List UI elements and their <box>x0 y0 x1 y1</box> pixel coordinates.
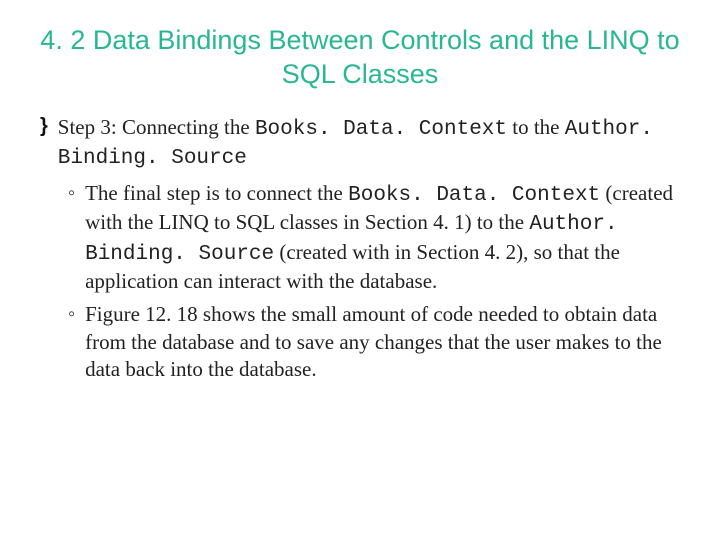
circle-bullet-icon: ◦ <box>68 180 75 206</box>
bullet-text-mid: to the <box>507 115 565 139</box>
code-span: Books. Data. Context <box>348 184 600 207</box>
slide-title: 4. 2 Data Bindings Between Controls and … <box>40 24 680 92</box>
code-span: Books. Data. Context <box>255 118 507 141</box>
bullet-level-2: ◦ The final step is to connect the Books… <box>68 180 680 295</box>
bullet-text-pre: Step 3: Connecting the <box>58 115 255 139</box>
bullet-marker-icon: } <box>40 114 48 139</box>
slide-body: } Step 3: Connecting the Books. Data. Co… <box>40 114 680 384</box>
sub-bullet-text: The final step is to connect the Books. … <box>85 180 680 295</box>
text-run: Figure 12. 18 shows the small amount of … <box>85 302 662 381</box>
bullet-level-2: ◦ Figure 12. 18 shows the small amount o… <box>68 301 680 383</box>
sub-bullet-text: Figure 12. 18 shows the small amount of … <box>85 301 680 383</box>
bullet-text: Step 3: Connecting the Books. Data. Cont… <box>58 114 680 173</box>
sub-bullet-list: ◦ The final step is to connect the Books… <box>68 180 680 383</box>
bullet-level-1: } Step 3: Connecting the Books. Data. Co… <box>40 114 680 173</box>
text-run: The final step is to connect the <box>85 181 348 205</box>
slide: 4. 2 Data Bindings Between Controls and … <box>0 0 720 540</box>
circle-bullet-icon: ◦ <box>68 301 75 327</box>
